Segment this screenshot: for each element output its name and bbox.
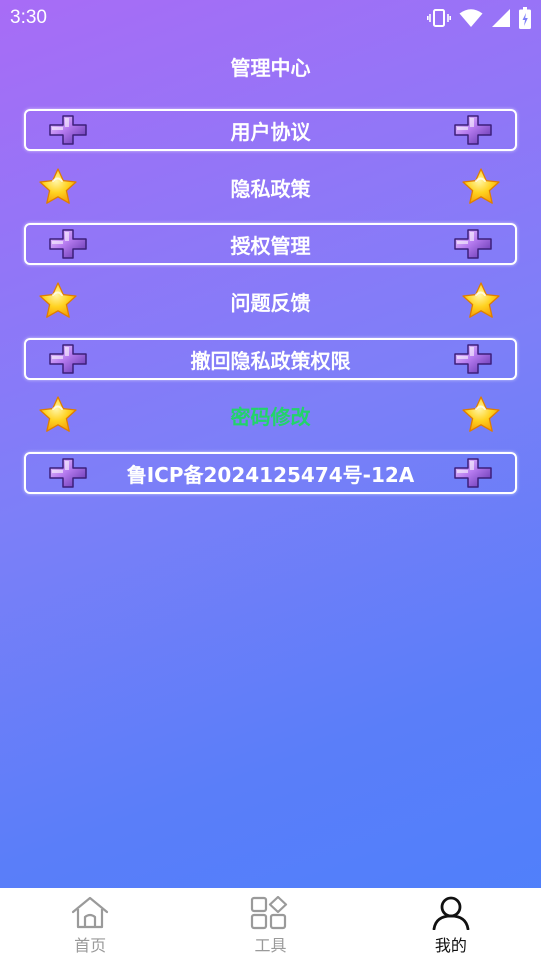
- home-icon: [72, 896, 109, 929]
- nav-label-mine: 我的: [434, 936, 467, 955]
- purple-cross-icon: [453, 457, 493, 489]
- star-icon: [38, 395, 78, 435]
- menu-item-feedback[interactable]: 问题反馈: [24, 280, 517, 322]
- bottom-nav: 首页 工具 我的: [0, 888, 541, 961]
- menu-item-label: 撤回隐私政策权限: [190, 348, 351, 373]
- purple-cross-icon: [48, 343, 88, 375]
- status-bar: 3:30: [0, 0, 541, 36]
- star-icon: [461, 281, 501, 321]
- signal-icon: [492, 9, 510, 27]
- purple-cross-icon: [48, 114, 88, 146]
- menu-item-label: 隐私政策: [230, 176, 311, 201]
- nav-item-mine[interactable]: 我的: [361, 888, 541, 961]
- wifi-icon: [459, 9, 483, 27]
- purple-cross-icon: [48, 457, 88, 489]
- menu-item-label: 密码修改: [230, 404, 311, 429]
- nav-label-home: 首页: [74, 936, 107, 955]
- purple-cross-icon: [453, 343, 493, 375]
- star-icon: [38, 167, 78, 207]
- star-icon: [38, 281, 78, 321]
- menu-item-label: 用户协议: [230, 119, 311, 144]
- vibrate-icon: [427, 9, 451, 27]
- status-icons: [427, 7, 531, 29]
- menu-item-privacy-policy[interactable]: 隐私政策: [24, 166, 517, 208]
- star-icon: [461, 395, 501, 435]
- page-title: 管理中心: [230, 56, 311, 80]
- nav-label-tools: 工具: [254, 936, 287, 955]
- user-icon: [432, 896, 470, 930]
- purple-cross-icon: [48, 228, 88, 260]
- menu-item-authorization-management[interactable]: 授权管理: [24, 223, 517, 265]
- menu-item-label: 鲁ICP备2024125474号-12A: [126, 462, 415, 487]
- menu-item-revoke-privacy-permission[interactable]: 撤回隐私政策权限: [24, 338, 517, 380]
- star-icon: [461, 167, 501, 207]
- menu-item-change-password[interactable]: 密码修改: [24, 394, 517, 436]
- menu-item-label: 授权管理: [230, 233, 311, 258]
- nav-item-tools[interactable]: 工具: [180, 888, 360, 961]
- menu-item-label: 问题反馈: [230, 290, 311, 315]
- purple-cross-icon: [453, 228, 493, 260]
- tools-grid-icon: [251, 896, 288, 930]
- menu-item-user-agreement[interactable]: 用户协议: [24, 109, 517, 151]
- status-time: 3:30: [10, 7, 47, 28]
- nav-item-home[interactable]: 首页: [0, 888, 180, 961]
- battery-icon: [519, 7, 531, 29]
- menu-item-icp-record[interactable]: 鲁ICP备2024125474号-12A: [24, 452, 517, 494]
- purple-cross-icon: [453, 114, 493, 146]
